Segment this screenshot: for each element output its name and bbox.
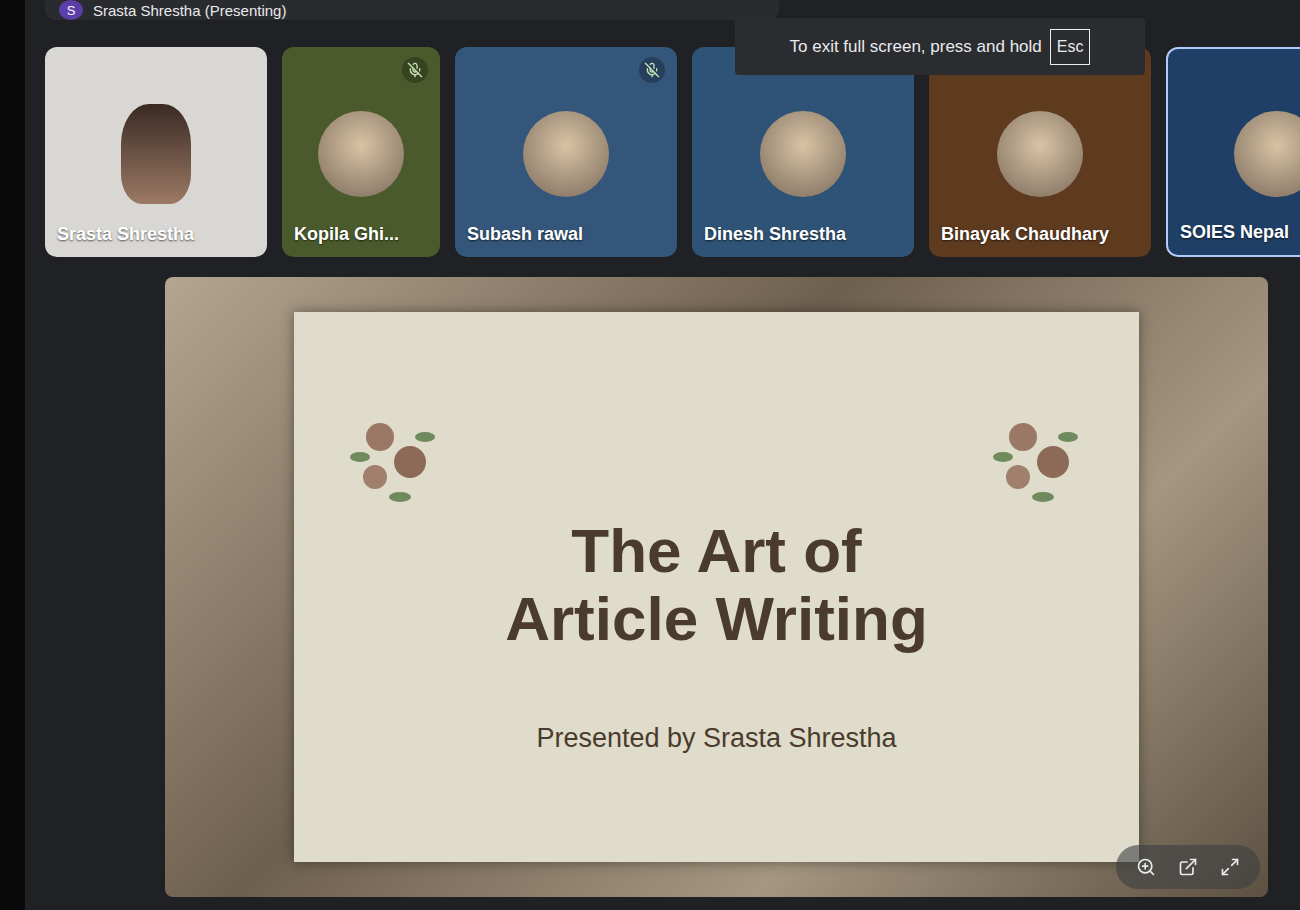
participant-avatar: [1234, 111, 1300, 197]
expand-icon: [1220, 857, 1240, 877]
fullscreen-button[interactable]: [1220, 857, 1240, 877]
zoom-in-icon: [1136, 857, 1156, 877]
presentation-controls: [1116, 845, 1260, 889]
participant-video: [121, 104, 191, 204]
participant-name: Kopila Ghi...: [294, 224, 399, 245]
participant-name: Binayak Chaudhary: [941, 224, 1109, 245]
popout-button[interactable]: [1178, 857, 1198, 877]
fullscreen-tooltip: To exit full screen, press and hold Esc: [735, 18, 1145, 75]
mic-off-icon: [639, 57, 665, 83]
participant-name: SOIES Nepal: [1180, 222, 1289, 243]
participant-tile[interactable]: Binayak Chaudhary: [929, 47, 1151, 257]
slide: The Art ofArticle Writing Presented by Sr…: [294, 312, 1139, 862]
meeting-area: S Srasta Shrestha (Presenting) Srasta Shre…: [25, 0, 1300, 910]
tooltip-text: To exit full screen, press and hold: [790, 37, 1042, 57]
rose-icon: [340, 407, 450, 517]
participant-tile[interactable]: Srasta Shrestha: [45, 47, 267, 257]
participant-avatar: [760, 111, 846, 197]
participant-tile[interactable]: Dinesh Shrestha: [692, 47, 914, 257]
participant-tile[interactable]: Kopila Ghi...: [282, 47, 440, 257]
mic-off-icon: [402, 57, 428, 83]
participant-tile[interactable]: Subash rawal: [455, 47, 677, 257]
rose-right: [983, 407, 1093, 517]
presenter-label: Srasta Shrestha (Presenting): [93, 2, 286, 19]
popout-icon: [1178, 857, 1198, 877]
participant-row: Srasta Shrestha Kopila Ghi... Subash rawal…: [45, 47, 1300, 257]
rose-left: [340, 407, 450, 517]
participant-tile[interactable]: SOIES Nepal: [1166, 47, 1300, 257]
participant-name: Subash rawal: [467, 224, 583, 245]
presenter-bar: S Srasta Shrestha (Presenting): [45, 0, 779, 20]
slide-title-line: Article Writing: [505, 585, 928, 653]
slide-title-line: The Art of: [505, 517, 928, 585]
participant-name: Srasta Shrestha: [57, 224, 194, 245]
slide-title: The Art ofArticle Writing: [505, 517, 928, 653]
participant-avatar: [997, 111, 1083, 197]
slide-subtitle: Presented by Srasta Shrestha: [536, 723, 896, 754]
rose-icon: [983, 407, 1093, 517]
presentation-stage: The Art ofArticle Writing Presented by Sr…: [165, 277, 1268, 897]
zoom-button[interactable]: [1136, 857, 1156, 877]
participant-avatar: [318, 111, 404, 197]
presenter-avatar: S: [59, 0, 83, 20]
participant-avatar: [523, 111, 609, 197]
esc-key: Esc: [1050, 29, 1091, 65]
left-strip: [0, 0, 25, 910]
meet-window: S Srasta Shrestha (Presenting) Srasta Shre…: [0, 0, 1300, 910]
participant-name: Dinesh Shrestha: [704, 224, 846, 245]
